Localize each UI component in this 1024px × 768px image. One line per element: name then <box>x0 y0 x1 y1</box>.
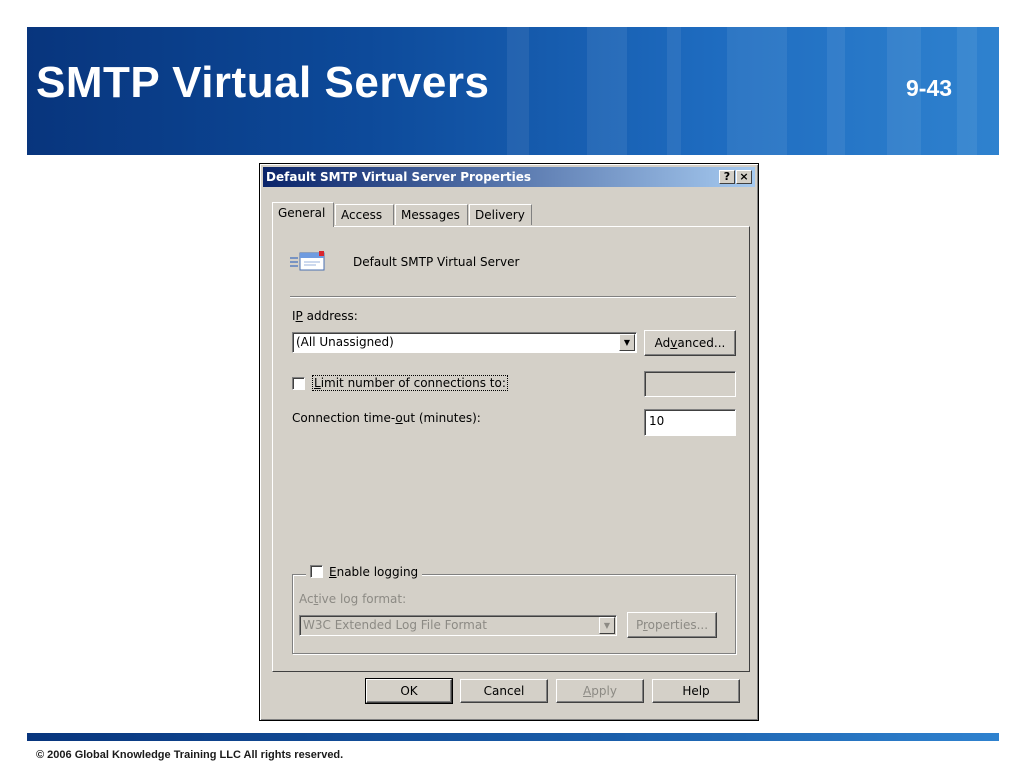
ok-button[interactable]: OK <box>365 678 453 704</box>
slide-title: SMTP Virtual Servers <box>36 58 490 107</box>
log-format-value: W3C Extended Log File Format <box>303 618 487 632</box>
help-button[interactable]: Help <box>652 679 740 703</box>
smtp-server-icon <box>290 251 325 271</box>
server-name-label: Default SMTP Virtual Server <box>353 255 520 269</box>
advanced-button[interactable]: Advanced... <box>644 330 736 356</box>
log-format-label: Active log format: <box>299 592 407 606</box>
copyright-notice: © 2006 Global Knowledge Training LLC All… <box>36 749 344 761</box>
limit-connections-checkbox[interactable] <box>292 377 305 390</box>
ip-address-value: (All Unassigned) <box>296 335 394 349</box>
limit-connections-label[interactable]: Limit number of connections to: <box>312 375 508 391</box>
enable-logging-label[interactable]: Enable logging <box>329 565 418 579</box>
enable-logging-legend: Enable logging <box>306 565 423 579</box>
cancel-button[interactable]: Cancel <box>460 679 548 703</box>
slide-footer-bar <box>27 733 999 741</box>
enable-logging-checkbox[interactable] <box>310 565 323 578</box>
ip-address-combobox[interactable]: (All Unassigned) ▼ <box>292 332 637 353</box>
timeout-label: Connection time-out (minutes): <box>292 411 481 425</box>
ip-address-label: IP address: <box>292 309 358 323</box>
log-properties-button[interactable]: Properties... <box>627 612 717 638</box>
properties-dialog: Default SMTP Virtual Server Properties ?… <box>259 163 759 721</box>
slide-number: 9-43 <box>906 75 953 101</box>
log-format-combobox[interactable]: W3C Extended Log File Format ▼ <box>299 615 617 636</box>
timeout-value: 10 <box>649 414 665 428</box>
limit-connections-field[interactable] <box>644 371 736 397</box>
timeout-field[interactable]: 10 <box>644 409 736 436</box>
chevron-down-icon[interactable]: ▼ <box>599 617 615 634</box>
chevron-down-icon[interactable]: ▼ <box>619 334 635 351</box>
separator-line <box>290 296 736 298</box>
apply-button[interactable]: Apply <box>556 679 644 703</box>
